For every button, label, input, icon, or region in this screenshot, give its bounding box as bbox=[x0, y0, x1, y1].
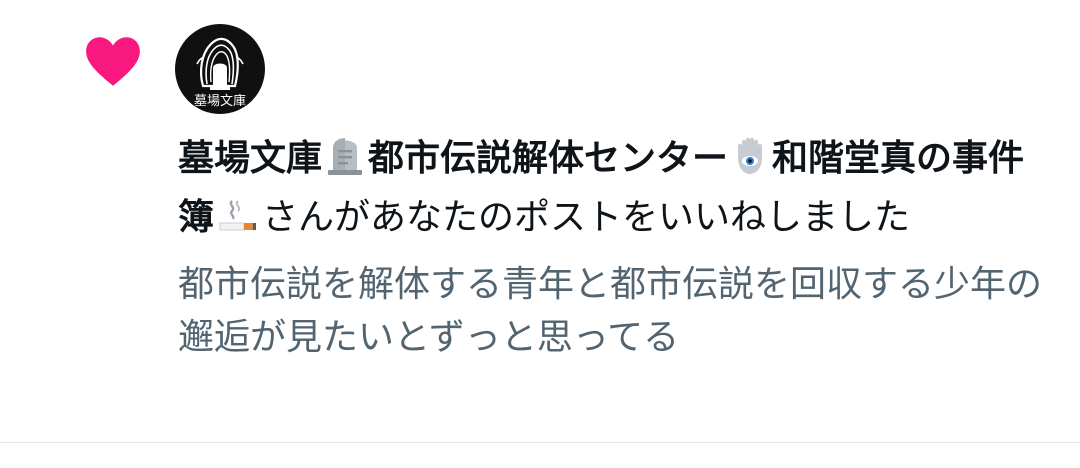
liker-name-part1: 墓場文庫 bbox=[178, 138, 323, 179]
divider bbox=[0, 442, 1080, 443]
heart-icon bbox=[82, 30, 144, 92]
like-notification[interactable]: 墓場文庫 墓場文庫 都市伝説解体センター 和階堂真の事件簿 さんがあなたのポストをいい… bbox=[0, 0, 1080, 442]
action-text: さんがあなたのポストをいいねしました bbox=[262, 197, 911, 238]
notification-body: 墓場文庫 都市伝説解体センター 和階堂真の事件簿 さんがあなたのポストをいいねしました… bbox=[178, 132, 1058, 364]
hamsa-emoji bbox=[732, 136, 768, 191]
liker-name-part2: 都市伝説解体センター bbox=[368, 138, 729, 179]
headstone-emoji bbox=[326, 136, 364, 191]
avatar[interactable]: 墓場文庫 bbox=[175, 24, 265, 114]
svg-text:墓場文庫: 墓場文庫 bbox=[194, 94, 246, 109]
notification-message: 墓場文庫 都市伝説解体センター 和階堂真の事件簿 さんがあなたのポストをいいねしました bbox=[178, 132, 1058, 250]
cigarette-emoji bbox=[218, 195, 258, 250]
post-preview[interactable]: 都市伝説を解体する青年と都市伝説を回収する少年の邂逅が見たいとずっと思ってる bbox=[178, 258, 1058, 364]
graveyard-library-logo-icon: 墓場文庫 bbox=[194, 37, 246, 109]
